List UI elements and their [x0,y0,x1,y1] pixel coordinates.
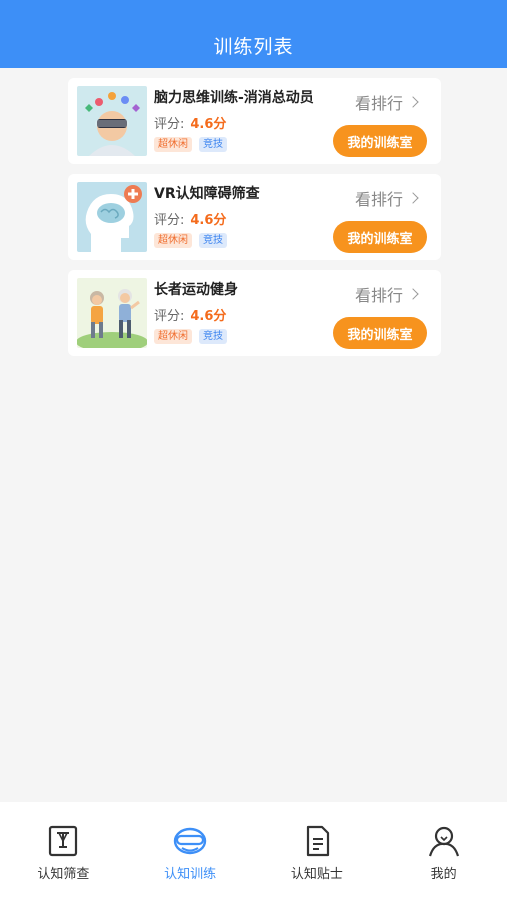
vr-headset-icon [173,827,207,855]
page-title: 训练列表 [213,36,294,58]
rating-label: 评分: [154,309,185,324]
rating-row: 评分: 4.6分 [154,209,226,228]
tag-casual: 超休闲 [154,233,192,248]
training-title: 长者运动健身 [154,282,238,298]
document-icon [306,825,329,857]
training-card[interactable]: 长者运动健身 评分: 4.6分 超休闲 竞技 看排行 我的训练室 [68,270,441,356]
training-card[interactable]: VR认知障碍筛查 评分: 4.6分 超休闲 竞技 看排行 我的训练室 [68,174,441,260]
my-training-room-button[interactable]: 我的训练室 [333,125,427,157]
rating-label: 评分: [154,117,185,132]
tab-label: 认知训练 [164,867,217,882]
tag-competitive: 竞技 [199,329,227,344]
ranking-label: 看排行 [354,286,403,305]
training-list: 脑力思维训练-消消总动员 评分: 4.6分 超休闲 竞技 看排行 我的训练室 V… [68,78,441,366]
tab-label: 认知贴士 [290,867,343,882]
tab-label: 认知筛查 [37,867,90,882]
rating-value: 4.6分 [190,117,227,132]
view-ranking-link[interactable]: 看排行 [354,90,419,114]
chevron-right-icon [407,192,419,204]
view-ranking-link[interactable]: 看排行 [354,282,419,306]
header-bar: 训练列表 [0,0,507,68]
training-title: 脑力思维训练-消消总动员 [154,90,314,106]
rating-row: 评分: 4.6分 [154,305,226,324]
training-thumbnail [77,278,147,348]
tag-competitive: 竞技 [199,137,227,152]
tag-competitive: 竞技 [199,233,227,248]
rating-row: 评分: 4.6分 [154,113,226,132]
tab-cognitive-screening[interactable]: 认知筛查 [0,802,127,900]
bottom-tab-bar: 认知筛查 认知训练 认知贴士 我的 [0,802,507,900]
rating-value: 4.6分 [190,213,227,228]
rating-value: 4.6分 [190,309,227,324]
view-ranking-link[interactable]: 看排行 [354,186,419,210]
chevron-right-icon [407,96,419,108]
tag-list: 超休闲 竞技 [154,137,227,152]
tag-casual: 超休闲 [154,137,192,152]
tab-mine[interactable]: 我的 [380,802,507,900]
training-thumbnail [77,86,147,156]
rating-label: 评分: [154,213,185,228]
ranking-label: 看排行 [354,190,403,209]
tag-list: 超休闲 竞技 [154,329,227,344]
tab-label: 我的 [430,867,457,882]
person-icon [428,826,459,857]
training-title: VR认知障碍筛查 [154,186,260,202]
ranking-label: 看排行 [354,94,403,113]
tag-casual: 超休闲 [154,329,192,344]
tab-cognitive-training[interactable]: 认知训练 [127,802,254,900]
training-card[interactable]: 脑力思维训练-消消总动员 评分: 4.6分 超休闲 竞技 看排行 我的训练室 [68,78,441,164]
tab-cognitive-tips[interactable]: 认知贴士 [254,802,381,900]
my-training-room-button[interactable]: 我的训练室 [333,317,427,349]
screening-icon [49,825,78,857]
my-training-room-button[interactable]: 我的训练室 [333,221,427,253]
tag-list: 超休闲 竞技 [154,233,227,248]
chevron-right-icon [407,288,419,300]
training-thumbnail [77,182,147,252]
